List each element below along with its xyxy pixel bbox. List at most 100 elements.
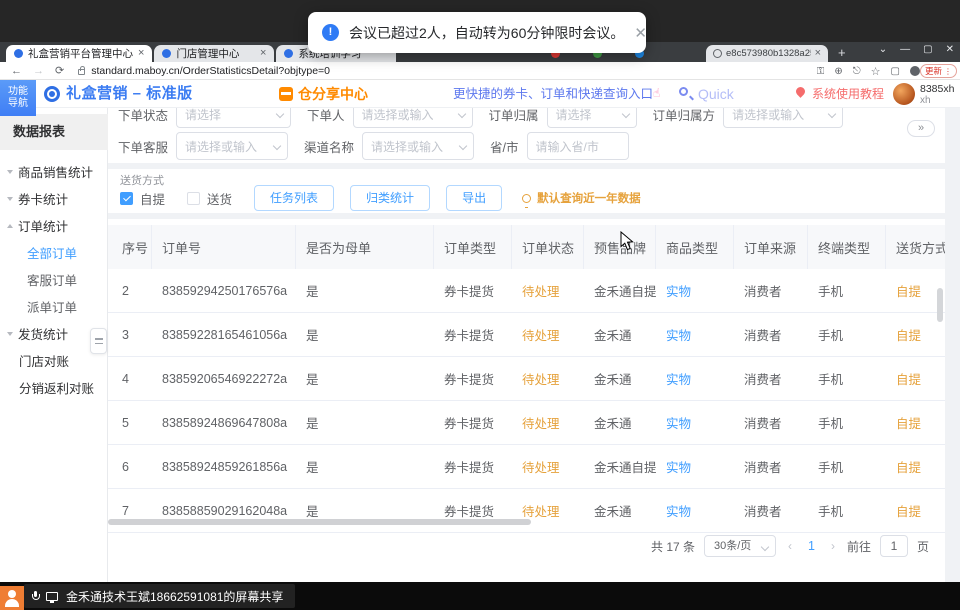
cell-序号: 3 bbox=[108, 313, 152, 356]
checkbox-label: 送货 bbox=[207, 189, 232, 208]
placeholder-text: 请选择或输入 bbox=[732, 108, 804, 123]
quick-entry-text[interactable]: 更快捷的券卡、订单和快递查询入口 bbox=[453, 80, 653, 108]
column-header-订单来源[interactable]: 订单来源 bbox=[734, 225, 808, 269]
checkbox-送货[interactable]: 送货 bbox=[187, 189, 232, 208]
table-row[interactable]: 683858924859261856a是券卡提货待处理金禾通自提实物消费者手机自… bbox=[108, 445, 945, 489]
bookmark-star-icon[interactable]: ☆ bbox=[871, 65, 881, 78]
monitor-icon bbox=[46, 592, 58, 601]
cell-订单状态: 待处理 bbox=[512, 489, 584, 532]
filter-label: 下单状态 bbox=[118, 108, 168, 124]
cell-序号: 6 bbox=[108, 445, 152, 488]
table-row[interactable]: 283859294250176576a是券卡提货待处理金禾通自提实物消费者手机自… bbox=[108, 269, 945, 313]
column-header-送货方式[interactable]: 送货方式 bbox=[886, 225, 945, 269]
column-header-序号[interactable]: 序号 bbox=[108, 225, 152, 269]
chevron-down-icon bbox=[459, 142, 467, 150]
filter-input[interactable]: 请输入省/市 bbox=[527, 132, 629, 160]
cell-订单类型: 券卡提货 bbox=[434, 401, 512, 444]
browser-update-button[interactable]: 更新 ⋮ bbox=[920, 64, 957, 78]
column-header-订单号[interactable]: 订单号 bbox=[152, 225, 296, 269]
sidebar-item-券卡统计[interactable]: 券卡统计 bbox=[0, 185, 108, 212]
prev-page-button[interactable]: ‹ bbox=[785, 539, 795, 553]
horizontal-scrollbar[interactable] bbox=[108, 519, 531, 525]
column-header-订单类型[interactable]: 订单类型 bbox=[434, 225, 512, 269]
forward-icon[interactable]: → bbox=[33, 65, 44, 77]
tab-title: 礼盒营销平台管理中心 bbox=[28, 46, 133, 61]
tab-search-icon[interactable]: ⌄ bbox=[879, 44, 887, 55]
tab-close-icon[interactable]: × bbox=[260, 48, 266, 59]
filter-select[interactable]: 请选择或输入 bbox=[362, 132, 474, 160]
filter-select[interactable]: 请选择 bbox=[547, 108, 637, 128]
filter-label: 订单归属 bbox=[489, 108, 539, 124]
back-icon[interactable]: ← bbox=[11, 65, 22, 77]
filter-expand-button[interactable]: » bbox=[907, 120, 935, 137]
reload-icon[interactable]: ⟳ bbox=[55, 64, 64, 77]
table-row[interactable]: 583858924869647808a是券卡提货待处理金禾通实物消费者手机自提 bbox=[108, 401, 945, 445]
filter-select[interactable]: 请选择 bbox=[176, 108, 291, 128]
filter-select[interactable]: 请选择或输入 bbox=[353, 108, 473, 128]
filter-row-2: 下单客服请选择或输入渠道名称请选择或输入省/市请输入省/市 bbox=[118, 132, 645, 160]
tutorial-link[interactable]: 系统使用教程 bbox=[812, 80, 884, 108]
cell-序号: 4 bbox=[108, 357, 152, 400]
sidebar-item-客服订单[interactable]: 客服订单 bbox=[0, 266, 108, 293]
cell-订单状态: 待处理 bbox=[512, 401, 584, 444]
filter-select[interactable]: 请选择或输入 bbox=[176, 132, 288, 160]
tab-close-icon[interactable]: × bbox=[138, 48, 144, 59]
browser-tab[interactable]: 门店管理中心× bbox=[154, 45, 274, 62]
column-header-终端类型[interactable]: 终端类型 bbox=[808, 225, 886, 269]
table-row[interactable]: 483859206546922272a是券卡提货待处理金禾通实物消费者手机自提 bbox=[108, 357, 945, 401]
share-icon[interactable]: ⎋ bbox=[853, 66, 861, 77]
cell-订单号: 83859228165461056a bbox=[152, 313, 296, 356]
column-header-商品类型[interactable]: 商品类型 bbox=[656, 225, 734, 269]
sidebar-collapse-handle[interactable] bbox=[90, 328, 107, 354]
cell-商品类型: 实物 bbox=[656, 313, 734, 356]
toolbar-button-任务列表[interactable]: 任务列表 bbox=[254, 185, 334, 211]
share-center-link[interactable]: 仓分享中心 bbox=[298, 80, 368, 108]
column-header-预售品牌[interactable]: 预售品牌 bbox=[584, 225, 656, 269]
reading-list-icon[interactable]: ▢ bbox=[891, 66, 900, 77]
sidebar-item-订单统计[interactable]: 订单统计 bbox=[0, 212, 108, 239]
goto-page-input[interactable] bbox=[880, 535, 908, 557]
sidebar-item-全部订单[interactable]: 全部订单 bbox=[0, 239, 108, 266]
vertical-scrollbar[interactable] bbox=[937, 288, 943, 322]
url-text[interactable]: standard.maboy.cn/OrderStatisticsDetail?… bbox=[91, 65, 330, 77]
sidebar-item-分销返利对账[interactable]: 分销返利对账 bbox=[0, 374, 108, 401]
cell-订单类型: 券卡提货 bbox=[434, 269, 512, 312]
cell-商品类型: 实物 bbox=[656, 269, 734, 312]
column-header-订单状态[interactable]: 订单状态 bbox=[512, 225, 584, 269]
sidebar-item-商品销售统计[interactable]: 商品销售统计 bbox=[0, 158, 108, 185]
toast-close-icon[interactable]: ✕ bbox=[634, 24, 647, 42]
toolbar-button-归类统计[interactable]: 归类统计 bbox=[350, 185, 430, 211]
maximize-icon[interactable]: ▢ bbox=[923, 44, 932, 55]
zoom-icon[interactable]: ⊕ bbox=[834, 66, 842, 77]
next-page-button[interactable]: › bbox=[828, 539, 838, 553]
browser-menu-icon[interactable]: ⋮ bbox=[944, 67, 952, 76]
app-header: 礼盒营销 – 标准版 仓分享中心 更快捷的券卡、订单和快递查询入口 ☝ Quic… bbox=[0, 80, 960, 108]
function-nav-button[interactable]: 功能 导航 bbox=[0, 80, 36, 116]
checkbox-checked-icon[interactable] bbox=[120, 192, 133, 205]
browser-profile-icon[interactable] bbox=[910, 66, 920, 76]
screen-share-indicator: 金禾通技术王斌18662591081的屏幕共享 bbox=[24, 584, 295, 608]
browser-tab-hash[interactable]: e8c573980b1328a258fd2e6f8 × bbox=[706, 45, 828, 62]
browser-tab[interactable]: 礼盒营销平台管理中心 × bbox=[6, 45, 152, 62]
sidebar-item-派单订单[interactable]: 派单订单 bbox=[0, 293, 108, 320]
current-page[interactable]: 1 bbox=[804, 539, 819, 553]
tab-close-icon[interactable]: × bbox=[815, 48, 821, 59]
toolbar-button-导出[interactable]: 导出 bbox=[446, 185, 502, 211]
filter-select[interactable]: 请选择或输入 bbox=[723, 108, 843, 128]
checkbox-自提[interactable]: 自提 bbox=[120, 189, 165, 208]
close-window-icon[interactable]: ✕ bbox=[946, 44, 954, 55]
table-row[interactable]: 383859228165461056a是券卡提货待处理金禾通实物消费者手机自提 bbox=[108, 313, 945, 357]
user-avatar[interactable] bbox=[893, 83, 915, 105]
quick-label[interactable]: Quick bbox=[698, 80, 734, 108]
key-icon[interactable]: ⚿ bbox=[817, 66, 825, 77]
sidebar-item-label: 派单订单 bbox=[27, 297, 77, 316]
taskbar-app-icon[interactable] bbox=[0, 586, 24, 610]
checkbox-unchecked-icon[interactable] bbox=[187, 192, 200, 205]
page-size-select[interactable]: 30条/页 bbox=[704, 535, 776, 557]
column-header-是否为母单[interactable]: 是否为母单 bbox=[296, 225, 434, 269]
minimize-icon[interactable]: — bbox=[900, 44, 910, 55]
new-tab-button[interactable]: + bbox=[838, 46, 846, 60]
cell-订单来源: 消费者 bbox=[734, 445, 808, 488]
lock-icon[interactable] bbox=[78, 69, 85, 75]
table-row[interactable]: 783858859029162048a是券卡提货待处理金禾通实物消费者手机自提 bbox=[108, 489, 945, 533]
